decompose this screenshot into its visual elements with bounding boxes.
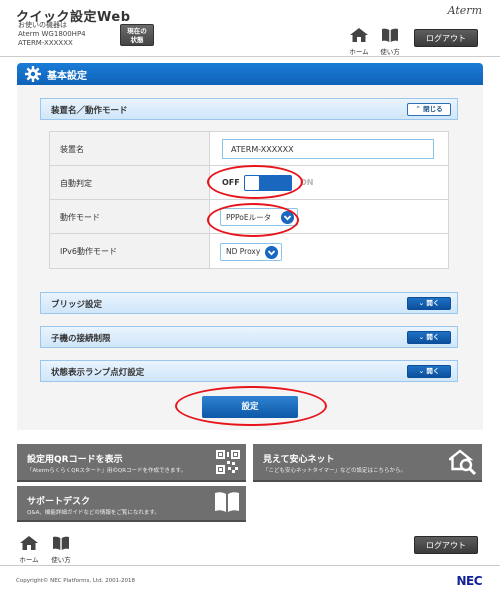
ipv6-mode-label: IPv6動作モード — [50, 234, 210, 268]
section-lamp[interactable]: 状態表示ランプ点灯設定 ⌄ 開く — [40, 360, 458, 382]
section-lamp-label: 状態表示ランプ点灯設定 — [51, 368, 145, 378]
logout-button[interactable]: ログアウト — [414, 29, 478, 47]
chevron-down-icon: ⌄ — [418, 299, 425, 307]
page-title-bar: 基本設定 — [17, 63, 483, 85]
open-child-limit-button[interactable]: ⌄ 開く — [407, 331, 451, 344]
home-nav[interactable]: ホーム — [346, 28, 372, 56]
header-divider — [0, 56, 500, 57]
page-title: 基本設定 — [47, 71, 87, 82]
annotation-toggle-highlight — [207, 165, 303, 199]
current-status-button[interactable]: 現在の 状態 — [120, 24, 154, 46]
company-logo: NEC — [456, 574, 482, 588]
footer-divider — [0, 565, 500, 566]
annotation-mode-highlight — [207, 203, 299, 237]
copyright: Copyright© NEC Platforms, Ltd. 2001-2018 — [16, 578, 136, 584]
safety-tile-desc: 「こども安心ネットタイマー」などの設定はこちらから。 — [263, 468, 407, 474]
close-section-button[interactable]: ⌃ 閉じる — [407, 103, 451, 116]
section-child-limit-label: 子機の接続制限 — [51, 334, 111, 344]
section-device-mode-label: 装置名／動作モード — [51, 106, 128, 116]
open-lamp-label: 開く — [426, 367, 440, 375]
qr-tile-title: 設定用QRコードを表示 — [27, 455, 123, 465]
book-icon — [53, 536, 69, 550]
footer-home-label: ホーム — [19, 556, 39, 564]
manual-label: 使い方 — [380, 48, 400, 56]
support-desk-tile[interactable]: サポートデスク Q&A、機能詳細ガイドなどの情報をご覧になれます。 — [17, 486, 246, 522]
header: クイック設定Web お使いの機器は Aterm WG1800HP4 ATERM-… — [0, 0, 500, 56]
chevron-up-icon: ⌃ — [415, 105, 421, 113]
home-label: ホーム — [349, 48, 369, 56]
ipv6-mode-select[interactable]: ND Proxy — [220, 243, 282, 261]
safety-net-tile[interactable]: 見えて安心ネット 「こども安心ネットタイマー」などの設定はこちらから。 — [253, 444, 482, 482]
device-info: お使いの機器は Aterm WG1800HP4 ATERM-XXXXXX — [18, 21, 86, 48]
section-device-mode: 装置名／動作モード ⌃ 閉じる — [40, 98, 458, 120]
open-bridge-button[interactable]: ⌄ 開く — [407, 297, 451, 310]
ipv6-mode-value: ND Proxy — [226, 247, 261, 256]
annotation-submit-highlight — [175, 386, 327, 426]
support-tile-title: サポートデスク — [27, 497, 91, 507]
qr-code-tile[interactable]: 設定用QRコードを表示 「AtermらくらくQRスタート」用のQRコードを作成で… — [17, 444, 246, 482]
footer-manual-label: 使い方 — [51, 556, 71, 564]
chevron-down-icon: ⌄ — [418, 367, 425, 375]
footer-manual-nav[interactable]: 使い方 — [48, 536, 74, 564]
footer-logout-button[interactable]: ログアウト — [414, 536, 478, 554]
book-icon — [215, 492, 239, 512]
table-row-device-name: 装置名 — [50, 132, 448, 166]
home-icon — [350, 28, 368, 42]
qr-code-icon — [216, 450, 240, 474]
section-bridge-label: ブリッジ設定 — [51, 300, 103, 310]
operation-mode-label: 動作モード — [50, 200, 210, 233]
status-button-line1: 現在の — [127, 27, 147, 35]
device-name-input[interactable] — [222, 139, 434, 159]
footer-home-nav[interactable]: ホーム — [16, 536, 42, 564]
manual-nav[interactable]: 使い方 — [377, 28, 403, 56]
chevron-down-icon — [265, 246, 278, 259]
close-section-label: 閉じる — [423, 105, 443, 113]
table-row-ipv6-mode: IPv6動作モード ND Proxy — [50, 234, 448, 268]
safety-tile-title: 見えて安心ネット — [263, 455, 335, 465]
house-search-icon — [449, 449, 477, 476]
device-model: Aterm WG1800HP4 — [18, 30, 86, 38]
brand-logo: Aterm — [447, 4, 482, 17]
open-child-limit-label: 開く — [426, 333, 440, 341]
status-button-line2: 状態 — [130, 36, 144, 44]
home-icon — [20, 536, 38, 550]
book-icon — [382, 28, 398, 42]
open-bridge-label: 開く — [426, 299, 440, 307]
settings-table: 装置名 自動判定 OFF ON 動作モード PPPoEルータ IPv6動作モード… — [49, 131, 449, 269]
qr-tile-desc: 「AtermらくらくQRスタート」用のQRコードを作成できます。 — [27, 468, 186, 474]
auto-detect-label: 自動判定 — [50, 166, 210, 199]
chevron-down-icon: ⌄ — [418, 333, 425, 341]
device-name: ATERM-XXXXXX — [18, 39, 73, 47]
device-info-line1: お使いの機器は — [18, 21, 67, 29]
section-bridge[interactable]: ブリッジ設定 ⌄ 開く — [40, 292, 458, 314]
support-tile-desc: Q&A、機能詳細ガイドなどの情報をご覧になれます。 — [27, 510, 160, 516]
open-lamp-button[interactable]: ⌄ 開く — [407, 365, 451, 378]
section-child-limit[interactable]: 子機の接続制限 ⌄ 開く — [40, 326, 458, 348]
device-name-label: 装置名 — [50, 132, 210, 165]
gear-icon — [25, 66, 41, 82]
